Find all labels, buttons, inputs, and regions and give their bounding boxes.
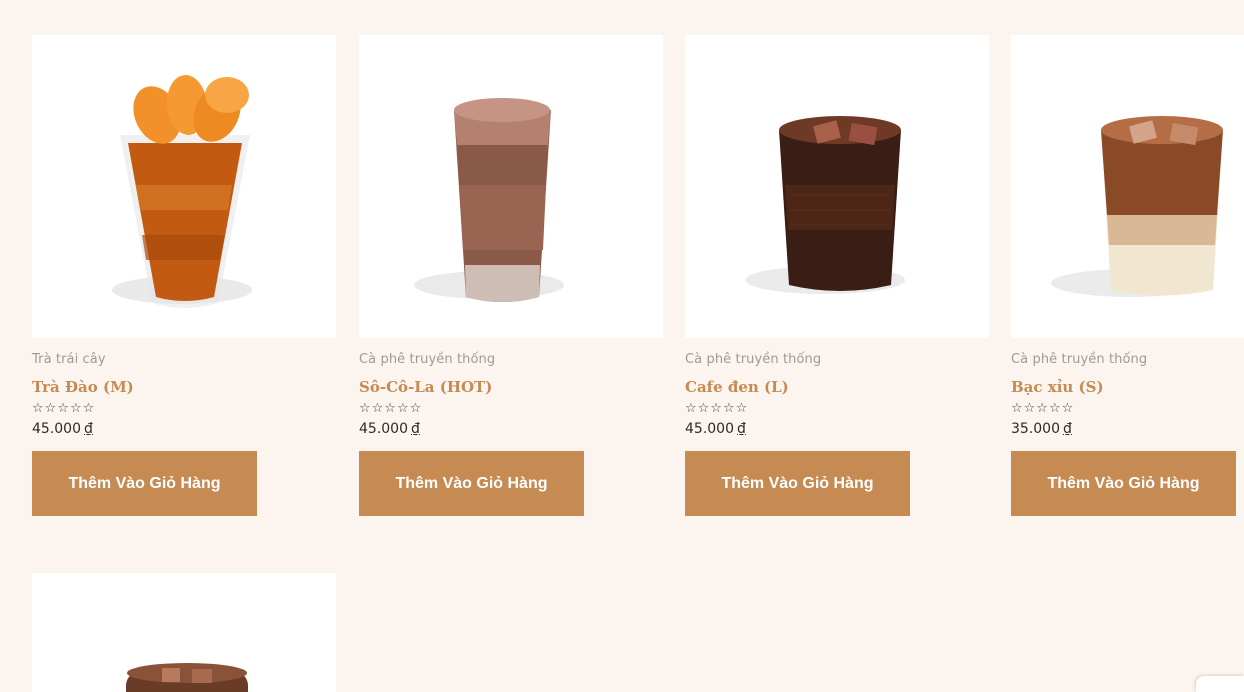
add-to-cart-button[interactable]: Thêm Vào Giỏ Hàng bbox=[685, 451, 910, 516]
currency-symbol: ₫ bbox=[1063, 421, 1072, 437]
product-price: 35.000 ₫ bbox=[1011, 421, 1244, 437]
bac-xiu-glass-icon bbox=[1051, 116, 1223, 297]
add-to-cart-button[interactable]: Thêm Vào Giỏ Hàng bbox=[359, 451, 584, 516]
product-image[interactable] bbox=[32, 573, 336, 692]
peach-tea-cup-icon bbox=[112, 75, 252, 308]
rating-stars-icon: ☆☆☆☆☆ bbox=[32, 401, 96, 416]
product-card: Cà phê truyền thống Cafe đen (L) ☆☆☆☆☆ 4… bbox=[685, 35, 989, 516]
product-name[interactable]: Sô-Cô-La (HOT) bbox=[359, 378, 663, 396]
rating-stars-icon: ☆☆☆☆☆ bbox=[359, 401, 423, 416]
product-category: Trà trái cây bbox=[32, 352, 106, 367]
price-value: 35.000 bbox=[1011, 421, 1060, 437]
product-category: Cà phê truyền thống bbox=[359, 352, 496, 367]
product-name[interactable]: Trà Đào (M) bbox=[32, 378, 336, 396]
price-value: 45.000 bbox=[32, 421, 81, 437]
product-price: 45.000 ₫ bbox=[32, 421, 336, 437]
product-name[interactable]: Cafe đen (L) bbox=[685, 378, 989, 396]
product-category: Cà phê truyền thống bbox=[1011, 352, 1148, 367]
product-image[interactable] bbox=[1011, 35, 1244, 338]
product-price: 45.000 ₫ bbox=[359, 421, 663, 437]
rating-stars-icon: ☆☆☆☆☆ bbox=[685, 401, 749, 416]
rating-stars-icon: ☆☆☆☆☆ bbox=[1011, 401, 1075, 416]
price-value: 45.000 bbox=[359, 421, 408, 437]
chocolate-drink-glass-icon bbox=[414, 98, 564, 302]
recaptcha-badge[interactable] bbox=[1196, 676, 1244, 692]
product-card bbox=[32, 573, 336, 692]
product-image[interactable] bbox=[32, 35, 336, 338]
product-card: Cà phê truyền thống Bạc xỉu (S) ☆☆☆☆☆ 35… bbox=[1011, 35, 1244, 516]
product-image[interactable] bbox=[359, 35, 663, 338]
add-to-cart-button[interactable]: Thêm Vào Giỏ Hàng bbox=[1011, 451, 1236, 516]
currency-symbol: ₫ bbox=[84, 421, 93, 437]
product-image[interactable] bbox=[685, 35, 989, 338]
iced-coffee-glass-icon bbox=[126, 663, 248, 692]
currency-symbol: ₫ bbox=[411, 421, 420, 437]
price-value: 45.000 bbox=[685, 421, 734, 437]
product-category: Cà phê truyền thống bbox=[685, 352, 822, 367]
product-card: Cà phê truyền thống Sô-Cô-La (HOT) ☆☆☆☆☆… bbox=[359, 35, 663, 516]
black-coffee-glass-icon bbox=[745, 116, 905, 294]
currency-symbol: ₫ bbox=[737, 421, 746, 437]
product-name[interactable]: Bạc xỉu (S) bbox=[1011, 378, 1244, 396]
add-to-cart-button[interactable]: Thêm Vào Giỏ Hàng bbox=[32, 451, 257, 516]
product-grid: Trà trái cây Trà Đào (M) ☆☆☆☆☆ 45.000 ₫ T… bbox=[0, 0, 1244, 692]
product-price: 45.000 ₫ bbox=[685, 421, 989, 437]
product-card: Trà trái cây Trà Đào (M) ☆☆☆☆☆ 45.000 ₫ T… bbox=[32, 35, 336, 516]
